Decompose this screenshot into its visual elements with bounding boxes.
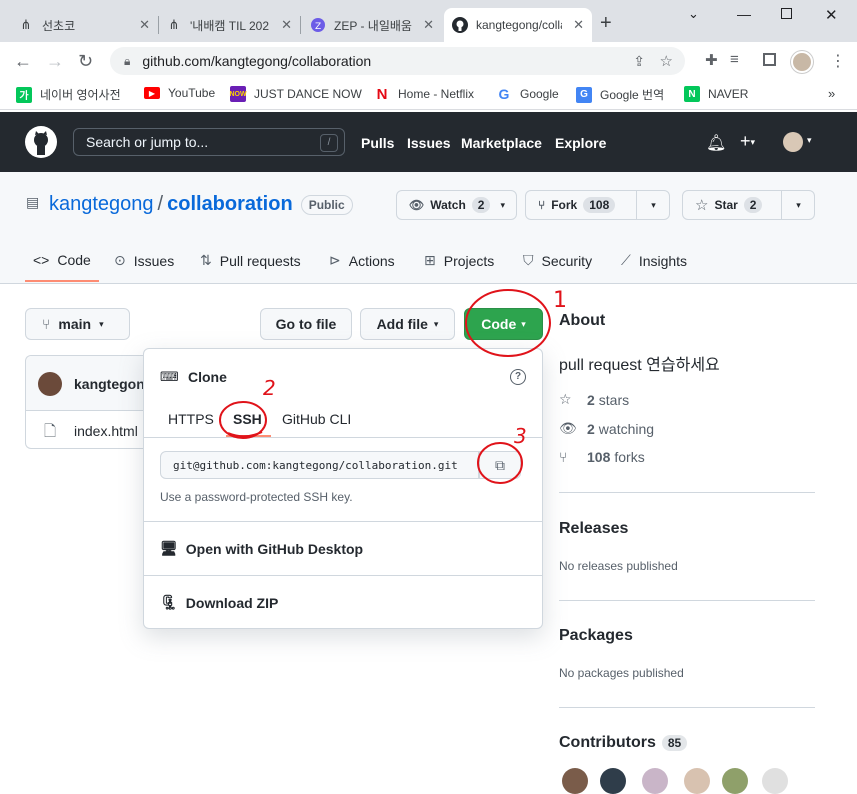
annotation-overlay <box>219 289 551 484</box>
annotation-number: 2 <box>263 376 276 400</box>
annotation-circle-copy <box>477 442 523 484</box>
annotation-circle-code <box>465 289 551 357</box>
annotation-number: 1 <box>553 288 567 313</box>
annotation-underline-ssh <box>227 431 263 438</box>
annotation-number: 3 <box>514 424 527 448</box>
